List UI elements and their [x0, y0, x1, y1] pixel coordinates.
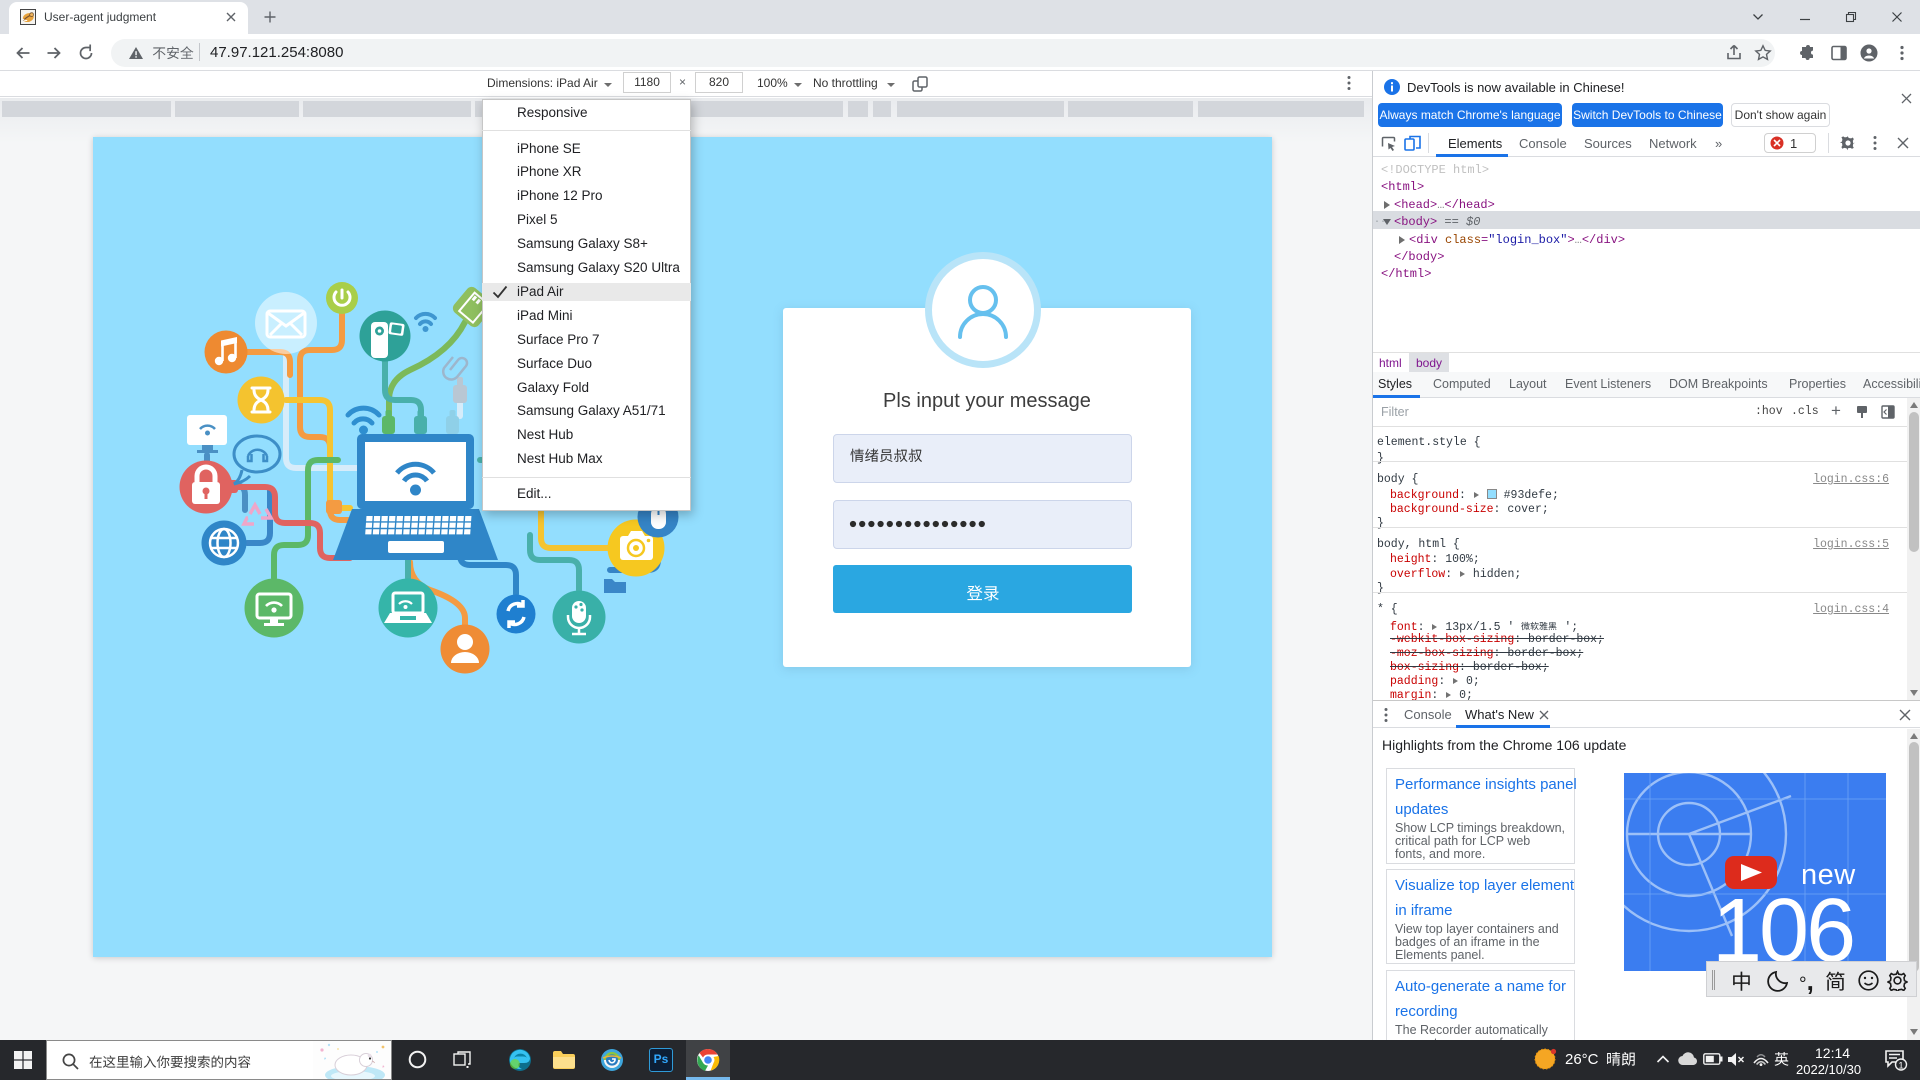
svg-text:1: 1 — [1898, 1061, 1903, 1071]
svg-text:106: 106 — [1712, 881, 1853, 971]
